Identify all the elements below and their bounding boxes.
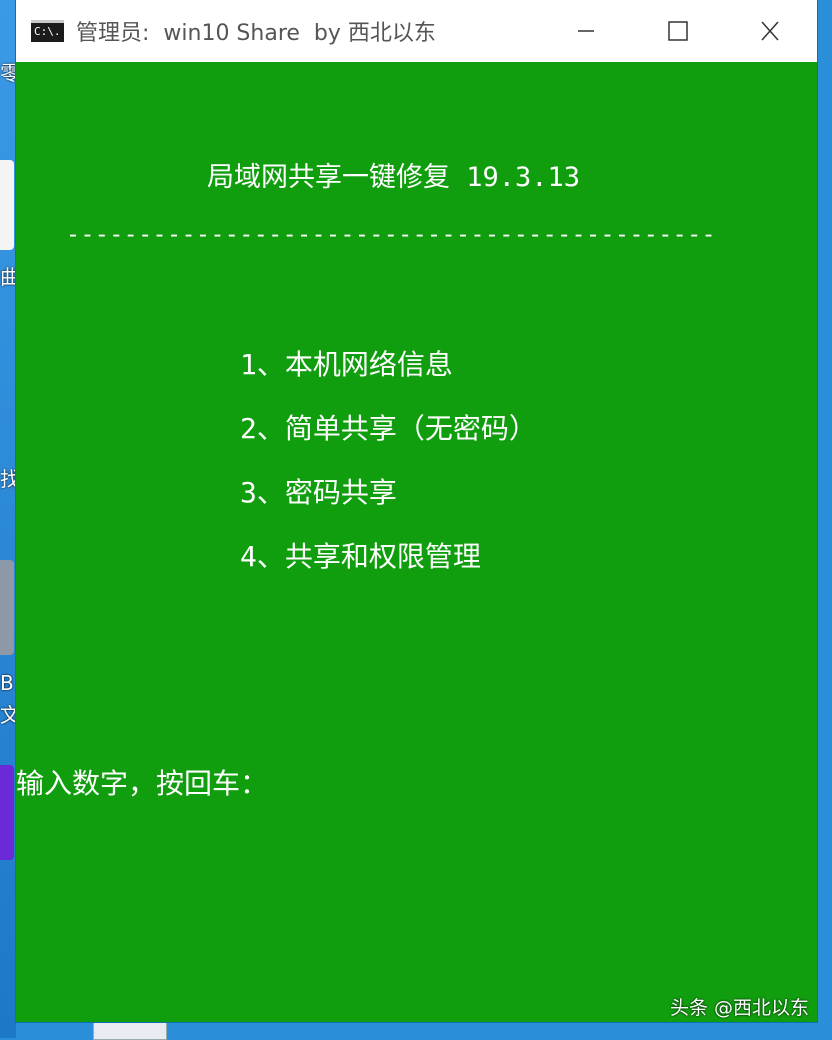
desktop-icon[interactable] <box>0 160 14 250</box>
maximize-icon <box>668 21 688 41</box>
minimize-button[interactable] <box>541 0 633 62</box>
menu-item-password-share: 3、密码共享 <box>240 476 397 509</box>
desktop-icon-label[interactable]: 找 <box>0 468 16 490</box>
taskbar-item[interactable] <box>93 1022 167 1040</box>
close-icon <box>761 21 779 41</box>
desktop-background <box>0 0 16 1038</box>
watermark: 头条 @西北以东 <box>669 997 809 1019</box>
input-prompt[interactable]: 输入数字，按回车： <box>16 762 268 802</box>
desktop-icon[interactable] <box>0 560 14 655</box>
desktop-icon[interactable] <box>0 765 14 860</box>
desktop-icon-label[interactable]: 文 <box>0 704 16 726</box>
desktop-icon-label[interactable]: B <box>0 672 16 694</box>
menu-list: 1、本机网络信息 2、简单共享（无密码） 3、密码共享 4、共享和权限管理 <box>240 345 537 601</box>
desktop-background-right <box>817 0 832 1038</box>
close-button[interactable] <box>725 0 817 62</box>
menu-item-permission-management: 4、共享和权限管理 <box>240 540 481 573</box>
maximize-button[interactable] <box>633 0 725 62</box>
cmd-window: C:\. 管理员: win10 Share by 西北以东 局域网共享一键修复 … <box>16 0 817 1022</box>
console-separator: ----------------------------------------… <box>66 222 717 248</box>
console-header: 局域网共享一键修复 19.3.13 <box>207 162 581 193</box>
desktop-icon-label[interactable]: 零 <box>0 62 16 84</box>
console-output[interactable]: 局域网共享一键修复 19.3.13 ----------------------… <box>16 62 817 1022</box>
minimize-icon <box>578 30 594 32</box>
window-title: 管理员: win10 Share by 西北以东 <box>76 21 436 46</box>
menu-item-network-info: 1、本机网络信息 <box>240 348 453 381</box>
cmd-icon[interactable]: C:\. <box>31 20 64 42</box>
title-bar[interactable]: C:\. 管理员: win10 Share by 西北以东 <box>16 0 817 62</box>
desktop-icon-label[interactable]: 曲 <box>0 266 16 288</box>
menu-item-simple-share: 2、简单共享（无密码） <box>240 412 537 445</box>
